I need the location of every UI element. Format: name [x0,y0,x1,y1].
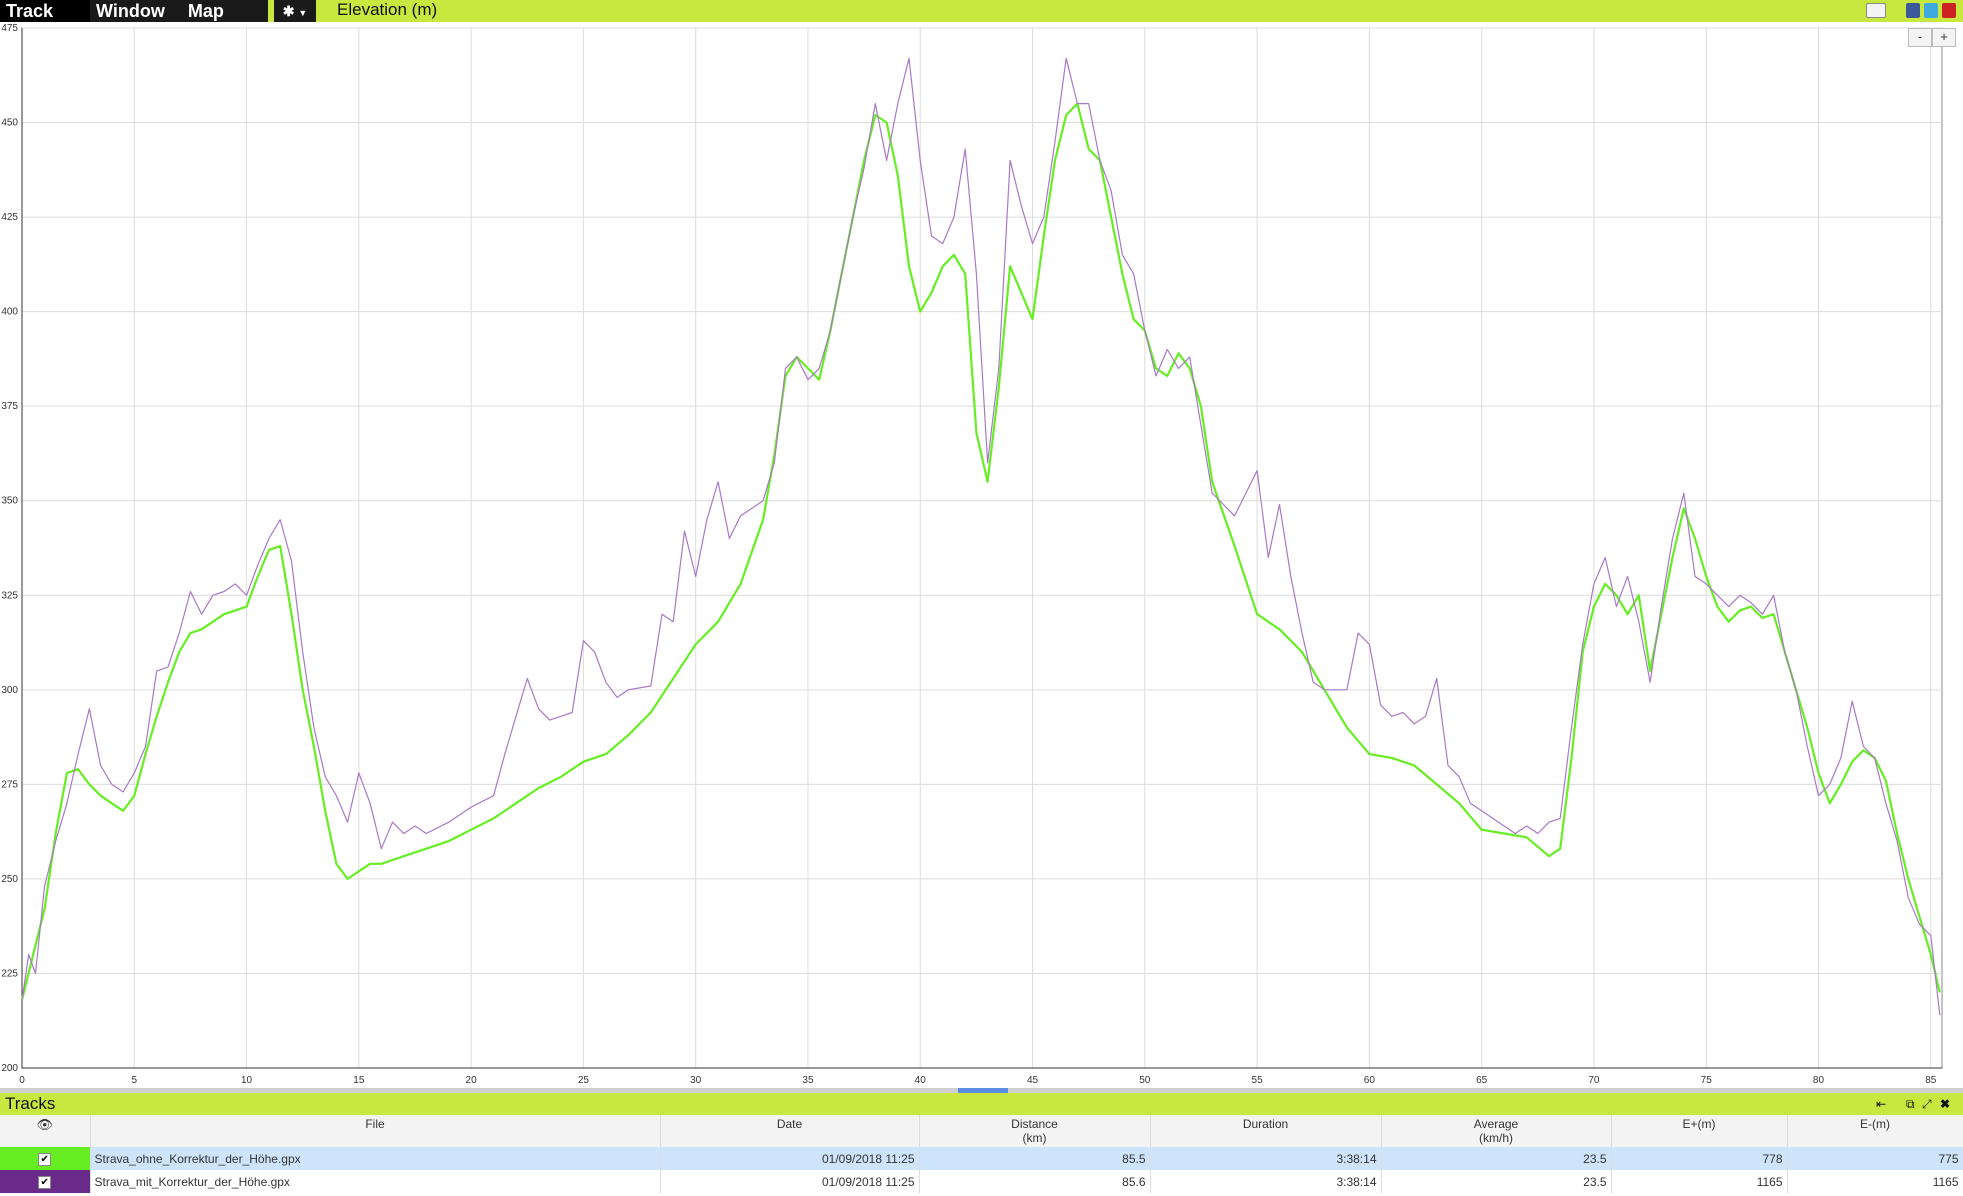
track-color-cell: ✔ [0,1170,91,1193]
x-tick-label: 80 [1813,1075,1825,1086]
chevron-down-icon: ▼ [298,8,308,18]
visibility-checkbox[interactable]: ✔ [38,1153,52,1166]
y-tick-label: 350 [1,496,18,507]
y-tick-label: 225 [1,968,18,979]
table-row[interactable]: ✔ Strava_ohne_Korrektur_der_Höhe.gpx 01/… [0,1147,1963,1170]
x-tick-label: 10 [241,1075,253,1086]
duration-column-header[interactable]: Duration [1150,1115,1382,1147]
settings-dropdown[interactable]: ✱ ▼ [274,0,316,22]
y-tick-label: 475 [1,23,18,34]
distance-column-header[interactable]: Distance (km) [919,1115,1151,1147]
x-tick-label: 45 [1027,1075,1039,1086]
tracks-panel-title: Tracks [5,1094,56,1113]
y-tick-label: 275 [1,779,18,790]
zoom-in-button[interactable]: + [1932,28,1956,47]
collapse-icon[interactable]: ⇤ [1876,1097,1886,1111]
menu-track[interactable]: Track [0,0,90,22]
fullscreen-icon[interactable] [1866,3,1886,18]
x-tick-label: 65 [1476,1075,1488,1086]
elevation-chart: 0 5 10 15 20 25 30 35 40 45 50 55 60 65 70 75 80 85 200 225… [0,22,1963,1090]
zoom-out-button[interactable]: - [1908,28,1932,47]
x-tick-label: 15 [353,1075,365,1086]
eminus-cell: 1165 [1787,1170,1963,1193]
eminus-column-header[interactable]: E-(m) [1787,1115,1963,1147]
tracks-panel-header: Tracks ⇤ ⧉ ⤢ ✖ [0,1093,1963,1115]
facebook-icon[interactable] [1906,3,1920,18]
file-column-header[interactable]: File [90,1115,661,1147]
distance-cell: 85.6 [919,1170,1151,1193]
average-column-header[interactable]: Average (km/h) [1381,1115,1612,1147]
x-tick-label: 70 [1588,1075,1600,1086]
date-cell: 01/09/2018 11:25 [660,1170,920,1193]
plot-area [21,27,1943,1069]
gear-icon: ✱ [282,3,295,19]
x-tick-label: 35 [802,1075,814,1086]
duration-cell: 3:38:14 [1150,1170,1382,1193]
elevation-chart-svg: 0 5 10 15 20 25 30 35 40 45 50 55 60 65 70 75 80 85 200 225… [1,23,1943,1086]
visibility-checkbox[interactable]: ✔ [38,1176,52,1189]
average-cell: 23.5 [1381,1147,1612,1170]
y-tick-label: 250 [1,874,18,885]
eminus-cell: 775 [1787,1147,1963,1170]
table-row[interactable]: ✔ Strava_mit_Korrektur_der_Höhe.gpx 01/0… [0,1170,1963,1193]
x-tick-label: 60 [1364,1075,1376,1086]
eplus-cell: 1165 [1611,1170,1788,1193]
distance-cell: 85.5 [919,1147,1151,1170]
twitter-icon[interactable] [1924,3,1938,18]
eplus-column-header[interactable]: E+(m) [1611,1115,1788,1147]
y-tick-label: 300 [1,685,18,696]
y-tick-label: 400 [1,307,18,318]
x-tick-label: 40 [915,1075,927,1086]
average-cell: 23.5 [1381,1170,1612,1193]
eplus-cell: 778 [1611,1147,1788,1170]
eye-icon: 👁 [36,1117,53,1132]
x-tick-label: 20 [466,1075,478,1086]
tracks-table: 👁 File Date Distance (km) Duration Averag… [0,1115,1963,1193]
table-header-row: 👁 File Date Distance (km) Duration Averag… [0,1115,1963,1147]
x-tick-label: 0 [19,1075,25,1086]
menu-window[interactable]: Window [90,0,165,22]
y-tick-label: 375 [1,401,18,412]
duration-cell: 3:38:14 [1150,1147,1382,1170]
file-cell: Strava_ohne_Korrektur_der_Höhe.gpx [90,1147,661,1170]
x-tick-label: 25 [578,1075,590,1086]
x-tick-label: 55 [1252,1075,1264,1086]
maximize-icon[interactable]: ⤢ [1922,1097,1932,1112]
x-tick-label: 85 [1925,1075,1937,1086]
popout-icon[interactable]: ⧉ [1906,1097,1915,1112]
close-icon[interactable]: ✖ [1940,1097,1950,1111]
date-cell: 01/09/2018 11:25 [660,1147,920,1170]
chart-title: Elevation (m) [337,0,438,19]
y-tick-label: 450 [1,118,18,129]
y-tick-label: 325 [1,590,18,601]
x-tick-label: 75 [1701,1075,1713,1086]
youtube-icon[interactable] [1942,3,1956,18]
menu-window-map: Window Map [90,0,268,22]
track-color-cell: ✔ [0,1147,91,1170]
menu-map[interactable]: Map [170,0,224,22]
x-tick-label: 30 [690,1075,702,1086]
x-tick-label: 50 [1139,1075,1151,1086]
date-column-header[interactable]: Date [660,1115,920,1147]
visibility-column-header[interactable]: 👁 [0,1115,91,1147]
x-tick-label: 5 [131,1075,137,1086]
file-cell: Strava_mit_Korrektur_der_Höhe.gpx [90,1170,661,1193]
y-tick-label: 425 [1,212,18,223]
y-tick-label: 200 [1,1063,18,1074]
